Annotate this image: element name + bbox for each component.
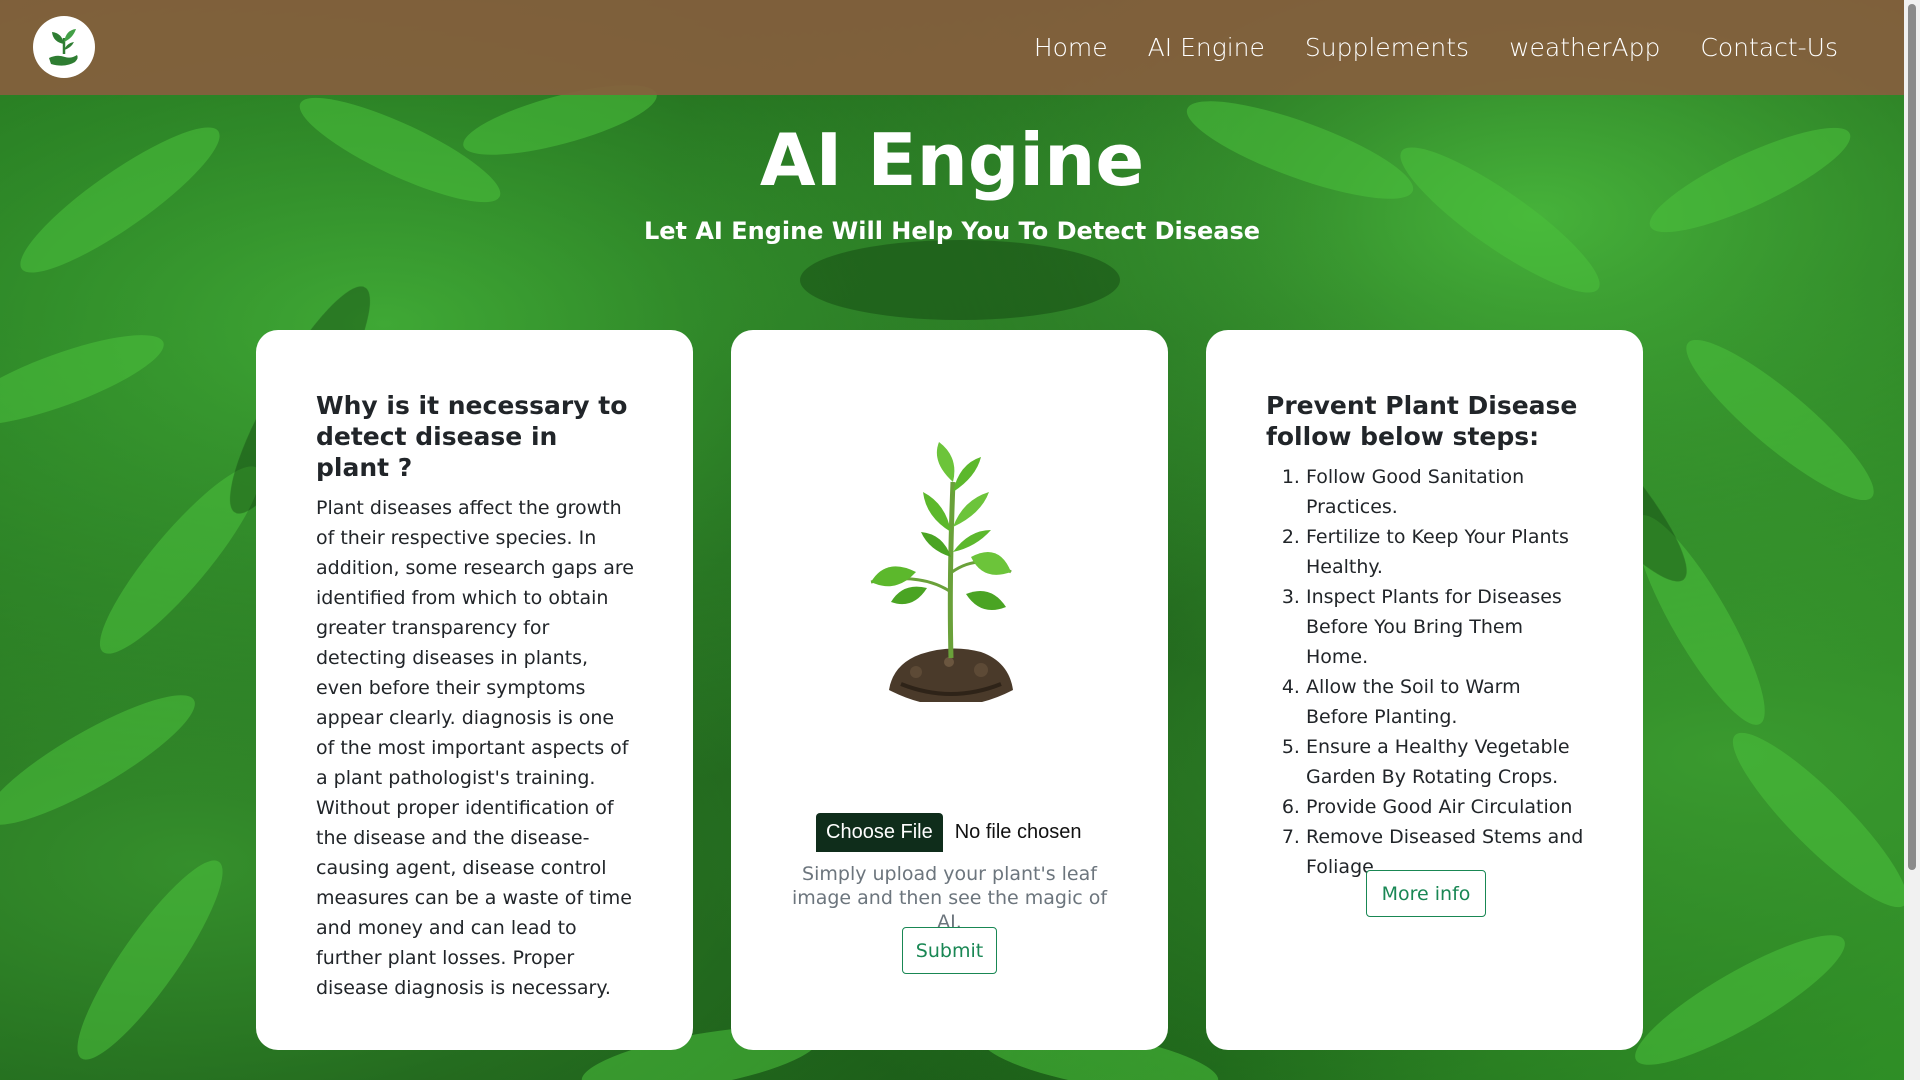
choose-file-button[interactable]: Choose File [816, 813, 943, 852]
page-title: AI Engine [759, 118, 1145, 202]
why-detect-card: Why is it necessary to detect disease in… [256, 330, 693, 1050]
upload-card: Choose File No file chosen Simply upload… [731, 330, 1168, 1050]
prevention-steps-list: Follow Good Sanitation Practices. Fertil… [1266, 462, 1585, 882]
list-item: Fertilize to Keep Your Plants Healthy. [1306, 522, 1585, 582]
why-card-title: Why is it necessary to detect disease in… [316, 391, 628, 482]
page-scrollbar[interactable] [1904, 0, 1920, 1080]
nav-links: Home AI Engine Supplements weatherApp Co… [1034, 0, 1838, 95]
nav-home[interactable]: Home [1034, 33, 1108, 62]
seedling-image [870, 442, 1013, 702]
list-item: Allow the Soil to Warm Before Planting. [1306, 672, 1585, 732]
prevent-card-title: Prevent Plant Disease follow below steps… [1266, 391, 1578, 451]
list-item: Ensure a Healthy Vegetable Garden By Rot… [1306, 732, 1585, 792]
list-item: Inspect Plants for Diseases Before You B… [1306, 582, 1585, 672]
nav-supplements[interactable]: Supplements [1305, 33, 1469, 62]
nav-contact-us[interactable]: Contact-Us [1700, 33, 1838, 62]
leaf-hand-logo[interactable] [33, 16, 95, 78]
file-status-text: No file chosen [954, 821, 1082, 843]
upload-hint: Simply upload your plant's leaf image an… [791, 863, 1108, 933]
page-subtitle: Let AI Engine Will Help You To Detect Di… [643, 217, 1261, 245]
scrollbar-thumb[interactable] [1908, 4, 1916, 870]
list-item: Follow Good Sanitation Practices. [1306, 462, 1585, 522]
file-input[interactable]: Choose File No file chosen [816, 813, 1081, 852]
nav-ai-engine[interactable]: AI Engine [1148, 33, 1265, 62]
why-card-body: Plant diseases affect the growth of thei… [316, 497, 634, 999]
more-info-button[interactable]: More info [1366, 870, 1486, 917]
nav-weather-app[interactable]: weatherApp [1509, 33, 1660, 62]
leaf-hand-icon [49, 29, 78, 66]
prevent-disease-card: Prevent Plant Disease follow below steps… [1206, 330, 1643, 1050]
list-item: Provide Good Air Circulation [1306, 792, 1585, 822]
navbar: Home AI Engine Supplements weatherApp Co… [0, 0, 1904, 95]
submit-button[interactable]: Submit [902, 927, 997, 974]
